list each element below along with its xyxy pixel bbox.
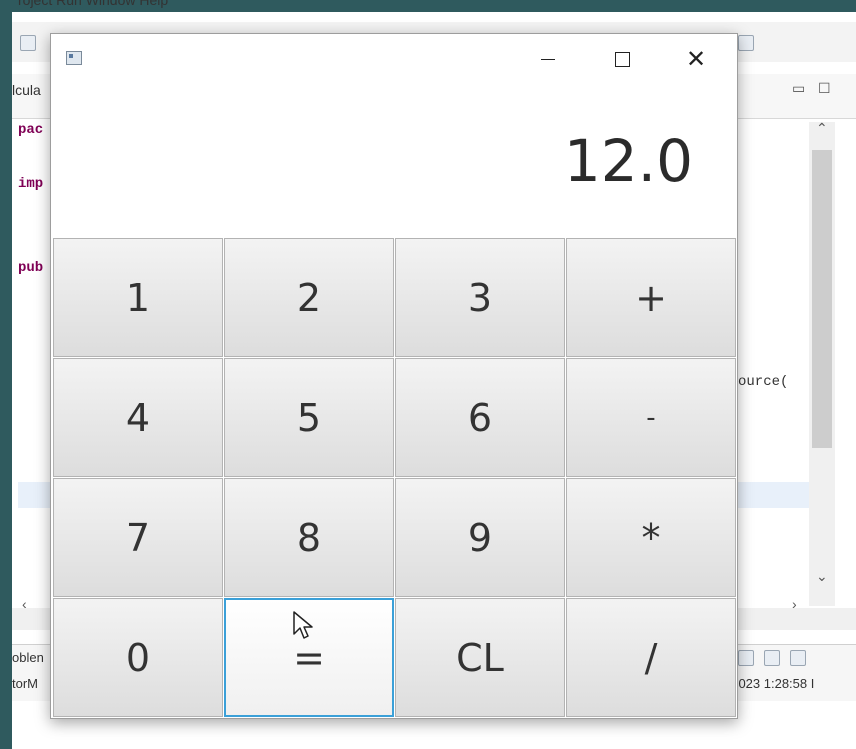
panel-icon[interactable] <box>764 650 780 666</box>
ide-menu-text: roject Run Window Help <box>18 0 169 8</box>
run-icon[interactable] <box>20 35 36 51</box>
ide-menubar-edge: roject Run Window Help <box>0 0 856 12</box>
scroll-right-icon[interactable]: › <box>792 596 797 612</box>
vertical-scroll-thumb[interactable] <box>812 150 832 448</box>
key-5-button[interactable]: 5 <box>224 358 394 477</box>
scroll-down-icon[interactable]: ⌄ <box>816 568 828 585</box>
scroll-left-icon[interactable]: ‹ <box>22 596 27 612</box>
maximize-view-icon[interactable]: ☐ <box>818 80 831 97</box>
key-1-button[interactable]: 1 <box>53 238 223 357</box>
clear-button[interactable]: CL <box>395 598 565 717</box>
maximize-button[interactable] <box>585 34 659 84</box>
maximize-icon <box>614 51 630 67</box>
minimize-icon <box>541 58 555 60</box>
new-window-icon[interactable] <box>738 35 754 51</box>
multiply-button[interactable]: * <box>566 478 736 597</box>
plus-button[interactable]: + <box>566 238 736 357</box>
key-3-button[interactable]: 3 <box>395 238 565 357</box>
divide-button[interactable]: / <box>566 598 736 717</box>
desktop-edge <box>0 0 12 749</box>
key-7-button[interactable]: 7 <box>53 478 223 597</box>
editor-tab-label[interactable]: lcula <box>12 82 41 98</box>
scroll-up-icon[interactable]: ⌃ <box>816 120 828 137</box>
panel-tab-label[interactable]: oblen <box>12 650 44 665</box>
key-4-button[interactable]: 4 <box>53 358 223 477</box>
title-bar[interactable]: ✕ <box>51 34 737 84</box>
key-6-button[interactable]: 6 <box>395 358 565 477</box>
minus-button[interactable]: - <box>566 358 736 477</box>
key-8-button[interactable]: 8 <box>224 478 394 597</box>
panel-icon[interactable] <box>738 650 754 666</box>
code-line: pub <box>18 260 44 276</box>
code-line: imp <box>18 176 44 192</box>
key-0-button[interactable]: 0 <box>53 598 223 717</box>
app-icon <box>66 51 82 65</box>
close-icon: ✕ <box>685 45 707 73</box>
code-line: pac <box>18 122 44 138</box>
close-button[interactable]: ✕ <box>659 34 733 84</box>
key-2-button[interactable]: 2 <box>224 238 394 357</box>
mouse-pointer-icon <box>293 611 313 639</box>
calculator-display: 12.0 <box>53 84 735 238</box>
keypad: 1 2 3 + 4 5 6 - 7 8 9 * 0 = CL / <box>53 238 736 717</box>
minimize-view-icon[interactable]: ▭ <box>792 80 805 97</box>
calculator-window: ✕ 12.0 1 2 3 + 4 5 6 - 7 8 9 * 0 = CL / <box>50 33 738 719</box>
key-9-button[interactable]: 9 <box>395 478 565 597</box>
panel-row-label: torM <box>12 676 38 691</box>
minimize-button[interactable] <box>511 34 585 84</box>
code-fragment: ource( <box>738 374 789 390</box>
panel-icon[interactable] <box>790 650 806 666</box>
